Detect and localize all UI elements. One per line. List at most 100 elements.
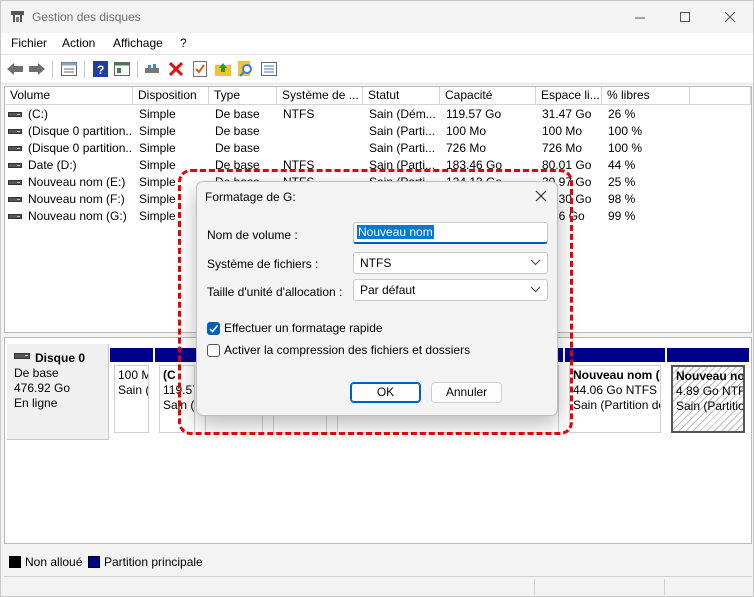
column-header-disposition[interactable]: Disposition [133, 87, 209, 105]
menu-bar: Fichier Action Affichage ? [1, 33, 753, 54]
disk-type: De base [14, 366, 59, 380]
list-settings-button[interactable] [260, 60, 278, 78]
menu-action[interactable]: Action [62, 36, 95, 50]
menu-help[interactable]: ? [180, 36, 187, 50]
column-header-status[interactable]: Statut [363, 87, 440, 105]
volume-icon [8, 180, 22, 185]
filesystem-select[interactable]: NTFS [353, 252, 548, 274]
maximize-button[interactable] [662, 1, 708, 33]
folder-up-button[interactable] [214, 60, 232, 78]
partition-status: Sain ( [118, 383, 149, 397]
volume-name-label: Nom de volume : [207, 228, 298, 242]
partition-status: Sain (D [163, 398, 195, 412]
connect-icon [145, 64, 159, 73]
volume-icon [8, 214, 22, 219]
minimize-icon [634, 17, 645, 18]
compression-checkbox[interactable] [207, 344, 220, 357]
cell-volume: Nouveau nom (F:) [28, 192, 125, 206]
cell-volume: (Disque 0 partition... [28, 141, 133, 155]
disk-icon [14, 353, 30, 359]
column-header-volume[interactable]: Volume [5, 87, 133, 105]
cell-capacity: 726 Mo [446, 141, 487, 155]
properties-button[interactable] [113, 60, 131, 78]
check-button[interactable] [191, 60, 209, 78]
column-header-filesystem[interactable]: Système de ... [277, 87, 363, 105]
partition-c[interactable]: (C119.57Sain (D [155, 348, 199, 436]
partition-f[interactable]: Nouveau nom (44.06 Go NTFS Sain (Partitio… [565, 348, 665, 436]
search-button[interactable] [237, 60, 255, 78]
connect-button[interactable] [144, 60, 162, 78]
cell-free-space: 80.01 Go [542, 158, 592, 172]
cancel-button[interactable]: Annuler [431, 382, 502, 403]
column-header-capacity[interactable]: Capacité [440, 87, 536, 105]
dialog-close-button[interactable] [533, 188, 549, 204]
partition-size: 100 M [118, 368, 149, 382]
cell-free-space: 726 Mo [542, 141, 583, 155]
table-row[interactable]: (C:) Simple De base NTFS Sain (Dém... 119.57 … [5, 106, 751, 123]
cell-percent-free: 100 % [608, 124, 643, 138]
cell-filesystem: NTFS [283, 107, 315, 121]
cell-free-space: 100 Mo [542, 124, 583, 138]
column-header-type[interactable]: Type [209, 87, 277, 105]
partition-size: 44.06 Go NTFS [573, 383, 658, 397]
cell-free-space: 31.47 Go [542, 107, 592, 121]
cell-type: De base [215, 107, 260, 121]
quick-format-label[interactable]: Effectuer un formatage rapide [224, 321, 383, 335]
cell-disposition: Simple [139, 124, 176, 138]
minimize-button[interactable] [617, 1, 663, 33]
toolbar: ? [1, 54, 753, 84]
partition-size: 4.89 Go NTFS [676, 384, 745, 398]
maximize-icon [679, 11, 690, 22]
disk-management-icon [11, 11, 24, 22]
view-list-button[interactable] [60, 60, 78, 78]
cell-volume: (C:) [28, 107, 48, 121]
legend-primary: Partition principale [104, 555, 203, 569]
table-row[interactable]: (Disque 0 partition... Simple De base Sain … [5, 140, 751, 157]
delete-button[interactable] [167, 60, 185, 78]
view-list-icon [61, 62, 77, 76]
chevron-down-icon [530, 286, 541, 293]
column-header-free-space[interactable]: Espace li... [536, 87, 602, 105]
svg-text:?: ? [97, 63, 104, 77]
partition-status: Sain (Partition [676, 399, 745, 413]
back-button[interactable] [6, 60, 24, 78]
cell-filesystem: NTFS [283, 158, 315, 172]
partition-g[interactable]: Nouveau nom4.89 Go NTFSSain (Partition [667, 348, 749, 436]
partition-1[interactable]: 100 M Sain ( [110, 348, 153, 436]
table-row[interactable]: Date (D:) Simple De base NTFS Sain (Parti...… [5, 157, 751, 174]
quick-format-checkbox[interactable] [207, 322, 220, 335]
ok-button[interactable]: OK [350, 382, 421, 403]
menu-fichier[interactable]: Fichier [11, 36, 47, 50]
close-window-button[interactable] [707, 1, 753, 33]
filesystem-label: Système de fichiers : [207, 257, 319, 271]
cell-volume: (Disque 0 partition... [28, 124, 133, 138]
dialog-title: Formatage de G: [205, 190, 296, 204]
legend-unallocated: Non alloué [25, 555, 83, 569]
column-header-percent-free[interactable]: % libres [602, 87, 690, 105]
partition-size: 119.57 [163, 383, 194, 397]
partition-name: (C [163, 368, 176, 382]
filesystem-value: NTFS [360, 256, 392, 270]
cell-capacity: 183.46 Go [446, 158, 503, 172]
cell-status: Sain (Parti... [369, 141, 436, 155]
table-row[interactable]: (Disque 0 partition... Simple De base Sain … [5, 123, 751, 140]
help-icon: ? [92, 61, 108, 77]
forward-button[interactable] [28, 60, 46, 78]
compression-label[interactable]: Activer la compression des fichiers et d… [224, 343, 470, 357]
cell-filesystem [283, 140, 363, 157]
volume-name-input[interactable]: Nouveau nom [353, 222, 548, 244]
cell-volume: Date (D:) [28, 158, 77, 172]
cell-volume: Nouveau nom (E:) [28, 175, 126, 189]
menu-affichage[interactable]: Affichage [113, 36, 163, 50]
help-button[interactable]: ? [91, 60, 109, 78]
column-header-empty [690, 87, 751, 105]
checkmark-icon [209, 325, 219, 333]
disk-info-panel[interactable]: Disque 0 De base 476.92 Go En ligne [7, 344, 109, 440]
close-icon [724, 11, 735, 22]
disk-size: 476.92 Go [14, 381, 71, 395]
allocation-unit-value: Par défaut [360, 283, 416, 297]
cell-disposition: Simple [139, 107, 176, 121]
delete-icon [169, 62, 183, 76]
allocation-unit-select[interactable]: Par défaut [353, 279, 548, 301]
window-title: Gestion des disques [32, 10, 141, 24]
